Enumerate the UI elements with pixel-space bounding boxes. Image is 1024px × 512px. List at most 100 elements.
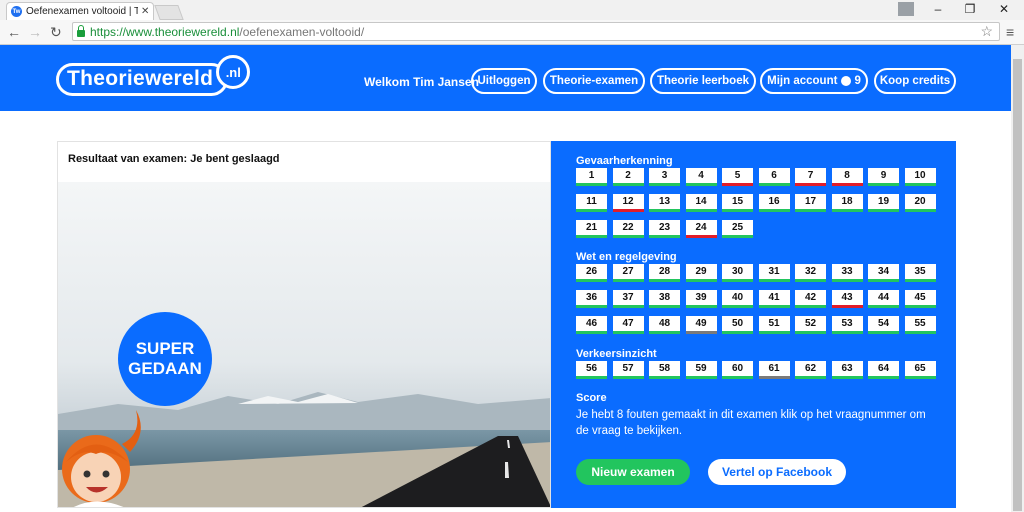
- new-tab-button[interactable]: [154, 5, 184, 20]
- question-button-55[interactable]: 55: [904, 316, 936, 334]
- site-header: Theoriewereld .nl Welkom Tim Jansen Uitl…: [0, 45, 1011, 111]
- question-button-7[interactable]: 7: [795, 168, 826, 186]
- result-title: Resultaat van examen: Je bent geslaagd: [68, 153, 280, 165]
- question-button-27[interactable]: 27: [612, 264, 644, 282]
- question-button-22[interactable]: 22: [612, 220, 644, 238]
- question-button-42[interactable]: 42: [795, 290, 826, 308]
- question-button-45[interactable]: 45: [904, 290, 936, 308]
- logout-button[interactable]: Uitloggen: [471, 68, 537, 94]
- theory-book-button[interactable]: Theorie leerboek: [650, 68, 756, 94]
- question-button-31[interactable]: 31: [758, 264, 790, 282]
- section-title-gevaarherkenning: Gevaarherkenning: [576, 155, 673, 167]
- share-facebook-button[interactable]: Vertel op Facebook: [708, 459, 846, 485]
- question-button-47[interactable]: 47: [612, 316, 644, 334]
- question-button-20[interactable]: 20: [904, 194, 936, 212]
- question-button-25[interactable]: 25: [722, 220, 753, 238]
- scrollbar[interactable]: [1011, 45, 1024, 512]
- question-button-30[interactable]: 30: [722, 264, 753, 282]
- question-button-2[interactable]: 2: [612, 168, 644, 186]
- question-button-56[interactable]: 56: [576, 361, 607, 379]
- question-button-52[interactable]: 52: [795, 316, 826, 334]
- question-button-38[interactable]: 38: [649, 290, 680, 308]
- profile-icon[interactable]: [898, 2, 914, 16]
- question-button-32[interactable]: 32: [795, 264, 826, 282]
- question-button-28[interactable]: 28: [649, 264, 680, 282]
- question-button-48[interactable]: 48: [649, 316, 680, 334]
- question-button-29[interactable]: 29: [685, 264, 717, 282]
- maximize-icon[interactable]: ❐: [960, 2, 980, 16]
- question-button-9[interactable]: 9: [868, 168, 899, 186]
- question-button-64[interactable]: 64: [868, 361, 899, 379]
- minimize-icon[interactable]: –: [928, 2, 948, 16]
- question-button-4[interactable]: 4: [685, 168, 717, 186]
- question-button-59[interactable]: 59: [685, 361, 717, 379]
- bookmark-star-icon[interactable]: ☆: [980, 23, 993, 40]
- tab-title: Oefenexamen voltooid | Th: [26, 6, 138, 17]
- question-button-3[interactable]: 3: [649, 168, 680, 186]
- question-button-61[interactable]: 61: [758, 361, 790, 379]
- back-icon[interactable]: ←: [7, 24, 21, 40]
- question-button-23[interactable]: 23: [649, 220, 680, 238]
- scrollbar-thumb[interactable]: [1013, 59, 1022, 511]
- forward-icon[interactable]: →: [28, 24, 42, 40]
- question-button-6[interactable]: 6: [758, 168, 790, 186]
- tab-close-icon[interactable]: ✕: [141, 6, 149, 17]
- question-button-21[interactable]: 21: [576, 220, 607, 238]
- question-button-1[interactable]: 1: [576, 168, 607, 186]
- question-button-58[interactable]: 58: [649, 361, 680, 379]
- question-button-65[interactable]: 65: [904, 361, 936, 379]
- question-button-15[interactable]: 15: [722, 194, 753, 212]
- question-button-50[interactable]: 50: [722, 316, 753, 334]
- question-button-19[interactable]: 19: [868, 194, 899, 212]
- site-logo[interactable]: Theoriewereld .nl: [56, 55, 251, 96]
- url-path: /oefenexamen-voltooid/: [239, 24, 365, 39]
- question-button-40[interactable]: 40: [722, 290, 753, 308]
- section-title-verkeersinzicht: Verkeersinzicht: [576, 348, 657, 360]
- browser-tab-strip: Tw Oefenexamen voltooid | Th ✕ – ❐ ✕: [0, 0, 1024, 20]
- question-button-11[interactable]: 11: [576, 194, 607, 212]
- question-button-10[interactable]: 10: [904, 168, 936, 186]
- question-button-57[interactable]: 57: [612, 361, 644, 379]
- question-button-34[interactable]: 34: [868, 264, 899, 282]
- question-button-16[interactable]: 16: [758, 194, 790, 212]
- question-button-62[interactable]: 62: [795, 361, 826, 379]
- question-button-12[interactable]: 12: [612, 194, 644, 212]
- question-button-44[interactable]: 44: [868, 290, 899, 308]
- question-button-14[interactable]: 14: [685, 194, 717, 212]
- question-button-53[interactable]: 53: [831, 316, 863, 334]
- new-exam-button[interactable]: Nieuw examen: [576, 459, 690, 485]
- question-button-35[interactable]: 35: [904, 264, 936, 282]
- question-button-63[interactable]: 63: [831, 361, 863, 379]
- reload-icon[interactable]: ↻: [50, 24, 62, 41]
- url-host: https://www.theoriewereld.nl: [90, 24, 240, 39]
- question-button-43[interactable]: 43: [831, 290, 863, 308]
- question-button-17[interactable]: 17: [795, 194, 826, 212]
- question-button-49[interactable]: 49: [685, 316, 717, 334]
- question-button-36[interactable]: 36: [576, 290, 607, 308]
- question-button-46[interactable]: 46: [576, 316, 607, 334]
- question-button-39[interactable]: 39: [685, 290, 717, 308]
- question-button-26[interactable]: 26: [576, 264, 607, 282]
- question-button-8[interactable]: 8: [831, 168, 863, 186]
- question-button-13[interactable]: 13: [649, 194, 680, 212]
- question-button-24[interactable]: 24: [685, 220, 717, 238]
- credits-count: 9: [854, 75, 861, 87]
- browser-tab[interactable]: Tw Oefenexamen voltooid | Th ✕: [6, 2, 154, 20]
- question-button-33[interactable]: 33: [831, 264, 863, 282]
- question-button-41[interactable]: 41: [758, 290, 790, 308]
- theory-exam-button[interactable]: Theorie-examen: [543, 68, 645, 94]
- question-button-5[interactable]: 5: [722, 168, 753, 186]
- question-button-51[interactable]: 51: [758, 316, 790, 334]
- close-window-icon[interactable]: ✕: [994, 2, 1014, 16]
- url-bar[interactable]: https://www.theoriewereld.nl/oefenexamen…: [72, 22, 1000, 41]
- question-button-54[interactable]: 54: [868, 316, 899, 334]
- browser-menu-icon[interactable]: ≡: [1006, 24, 1014, 40]
- question-button-18[interactable]: 18: [831, 194, 863, 212]
- question-button-37[interactable]: 37: [612, 290, 644, 308]
- question-button-60[interactable]: 60: [722, 361, 753, 379]
- buy-credits-button[interactable]: Koop credits: [874, 68, 956, 94]
- coins-icon: [841, 76, 852, 86]
- questions-panel: Gevaarherkenning 1 2 3 4 5 6 7 8 9 10 11 12 13 14 15 16…: [551, 141, 956, 508]
- address-toolbar: ← → ↻ https://www.theoriewereld.nl/oefen…: [0, 20, 1024, 45]
- my-account-button[interactable]: Mijn account 9: [760, 68, 868, 94]
